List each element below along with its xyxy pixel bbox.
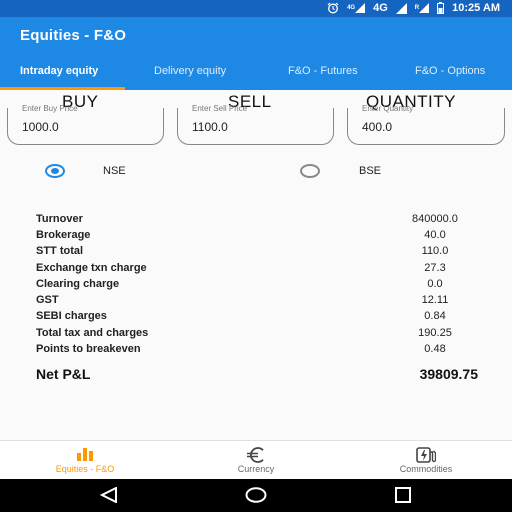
buy-placeholder: Enter Buy Price — [22, 104, 78, 113]
result-value: 0.48 — [424, 343, 446, 355]
result-value: 190.25 — [418, 327, 452, 339]
buy-field[interactable]: BUY Enter Buy Price 1000.0 — [7, 92, 164, 146]
result-value: 27.3 — [424, 262, 446, 274]
quantity-field[interactable]: QUANTITY Enter Quantity 400.0 — [347, 92, 505, 146]
result-value: 110.0 — [421, 245, 449, 257]
system-nav-bar — [0, 479, 512, 512]
result-label: Turnover — [36, 213, 83, 225]
bse-radio[interactable] — [300, 164, 320, 178]
buy-price-input[interactable]: 1000.0 — [22, 120, 59, 134]
alarm-icon — [327, 2, 339, 14]
result-label: Total tax and charges — [36, 327, 149, 339]
result-label: STT total — [36, 245, 84, 257]
sell-price-input[interactable]: 1100.0 — [192, 120, 228, 134]
signal-strength-icon — [395, 2, 407, 14]
result-row-exchange-txn-charge: Exchange txn charge 27.3 — [0, 262, 512, 278]
result-row-stt-total: STT total 110.0 — [0, 245, 512, 261]
result-row-turnover: Turnover 840000.0 — [0, 213, 512, 229]
result-value: 40.0 — [424, 229, 446, 241]
tab-fo-options[interactable]: F&O - Options — [415, 65, 485, 77]
result-row-points-to-breakeven: Points to breakeven 0.48 — [0, 343, 512, 359]
recents-icon[interactable] — [395, 487, 411, 508]
status-bar: 4G 4G R 10:25 AM — [0, 0, 512, 17]
tab-bar: Intraday equity Delivery equity F&O - Fu… — [0, 61, 512, 90]
result-value: 12.11 — [421, 294, 449, 306]
result-label: GST — [36, 294, 59, 306]
result-value: 840000.0 — [412, 213, 458, 225]
result-label: Brokerage — [36, 229, 91, 241]
result-label: Points to breakeven — [36, 343, 141, 355]
nse-radio[interactable] — [45, 164, 65, 178]
bottom-nav: Equities - F&O Currency Commodities — [0, 440, 512, 479]
signal-4g-small-icon: 4G — [347, 3, 366, 13]
active-tab-indicator — [0, 87, 125, 90]
result-label: SEBI charges — [36, 310, 107, 322]
result-value: 0.0 — [427, 278, 443, 290]
result-row-total-tax: Total tax and charges 190.25 — [0, 327, 512, 343]
net-pl-row: Net P&L 39809.75 — [0, 366, 512, 386]
tab-fo-futures[interactable]: F&O - Futures — [288, 65, 358, 77]
result-row-brokerage: Brokerage 40.0 — [0, 229, 512, 245]
back-icon[interactable] — [99, 486, 118, 508]
battery-icon — [437, 2, 445, 14]
quantity-placeholder: Enter Quantity — [362, 104, 414, 113]
nav-currency[interactable]: Currency — [191, 441, 321, 480]
result-row-gst: GST 12.11 — [0, 294, 512, 310]
roaming-label: R — [415, 3, 430, 13]
bse-label[interactable]: BSE — [359, 165, 381, 177]
home-icon[interactable] — [245, 487, 267, 508]
tab-delivery-equity[interactable]: Delivery equity — [154, 65, 226, 77]
nse-label[interactable]: NSE — [103, 165, 126, 177]
tab-intraday-equity[interactable]: Intraday equity — [20, 65, 98, 77]
app-bar: Equities - F&O Intraday equity Delivery … — [0, 17, 512, 90]
nav-commodities[interactable]: Commodities — [361, 441, 491, 480]
nav-label: Equities - F&O — [55, 464, 115, 474]
nav-label: Currency — [237, 464, 275, 474]
result-row-sebi-charges: SEBI charges 0.84 — [0, 310, 512, 326]
screen: 4G 4G R 10:25 AM Equities - F&O Intraday… — [0, 0, 512, 512]
result-value: 0.84 — [424, 310, 446, 322]
clock: 10:25 AM — [452, 2, 500, 14]
net-pl-label: Net P&L — [36, 366, 91, 382]
result-label: Clearing charge — [36, 278, 120, 290]
quantity-input[interactable]: 400.0 — [362, 120, 392, 134]
net-pl-value: 39809.75 — [419, 366, 478, 382]
result-label: Exchange txn charge — [36, 262, 147, 274]
page-title: Equities - F&O — [20, 27, 127, 44]
nav-equities-fo[interactable]: Equities - F&O — [20, 441, 150, 480]
sell-placeholder: Enter Sell Price — [192, 104, 248, 113]
network-type-label: 4G — [373, 2, 388, 14]
result-row-clearing-charge: Clearing charge 0.0 — [0, 278, 512, 294]
nav-label: Commodities — [399, 464, 453, 474]
sell-field[interactable]: SELL Enter Sell Price 1100.0 — [177, 92, 334, 146]
